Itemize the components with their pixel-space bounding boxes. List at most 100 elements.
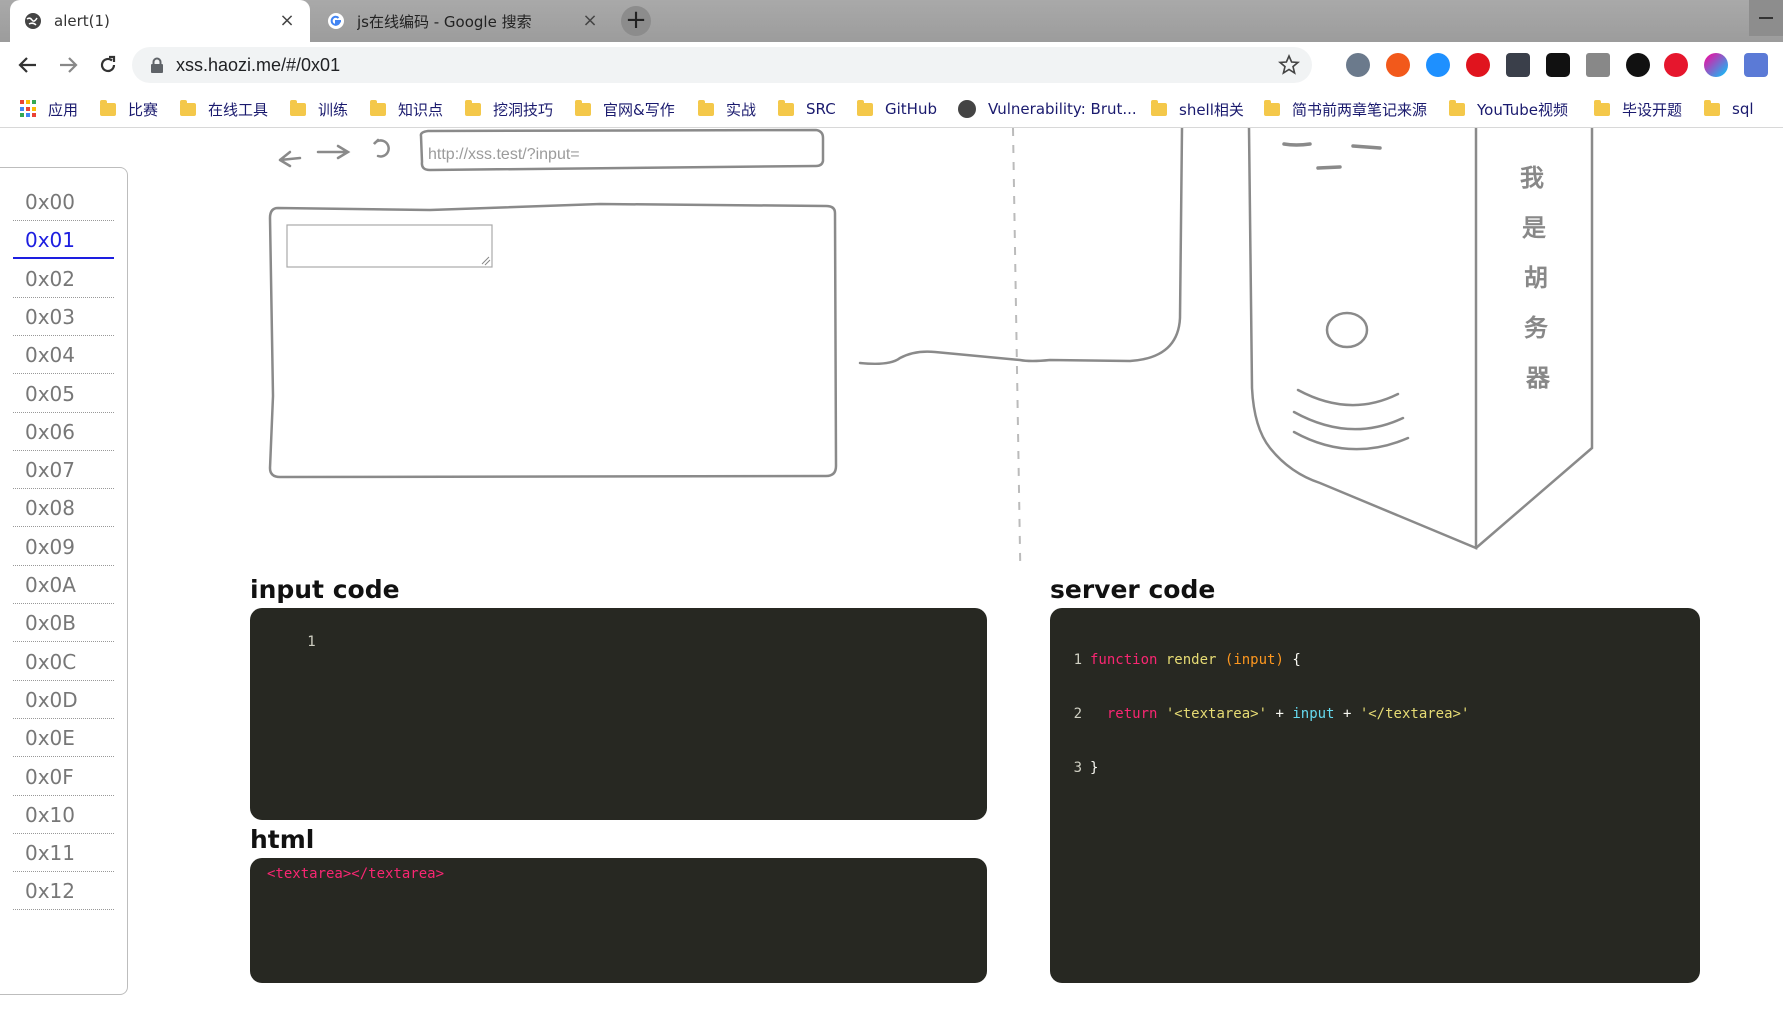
- forward-button[interactable]: [54, 51, 82, 79]
- download-icon[interactable]: [1586, 53, 1610, 77]
- level-item-0x0b[interactable]: 0x0B: [13, 604, 114, 643]
- folder-icon: [180, 99, 196, 116]
- level-item-0x0e[interactable]: 0x0E: [13, 719, 114, 758]
- code-keyword: return: [1106, 706, 1158, 722]
- level-item-0x12[interactable]: 0x12: [13, 872, 114, 911]
- extension-icon[interactable]: [1704, 53, 1728, 77]
- bookmark-folder[interactable]: 知识点: [370, 97, 443, 121]
- bookmark-apps[interactable]: 应用: [20, 97, 78, 121]
- lock-icon: [151, 57, 163, 73]
- back-arrow-icon: [18, 57, 36, 73]
- code-line: 2 return '<textarea>' + input + '</texta…: [1064, 705, 1470, 723]
- bookmark-folder[interactable]: 简书前两章笔记来源: [1264, 97, 1427, 121]
- globe-icon: [25, 13, 41, 29]
- extension-icon[interactable]: [1386, 53, 1410, 77]
- code-string: '<textarea>': [1165, 706, 1268, 722]
- extension-icon[interactable]: [1426, 53, 1450, 77]
- camera-icon[interactable]: [1744, 53, 1768, 77]
- bookmark-folder[interactable]: 比赛: [100, 97, 158, 121]
- line-number: 1: [1073, 652, 1082, 668]
- extension-icon[interactable]: [1626, 53, 1650, 77]
- bookmark-label: 挖洞技巧: [493, 100, 554, 119]
- bookmark-label: Vulnerability: Brut...: [988, 100, 1137, 118]
- bookmark-label: 在线工具: [208, 100, 269, 119]
- code-line: 1 function render (input) {: [1064, 651, 1469, 669]
- tab-google-search[interactable]: js在线编码 - Google 搜索 ×: [313, 0, 613, 42]
- code-params: (input): [1224, 652, 1284, 668]
- server-code-title: server code: [1050, 575, 1216, 604]
- bookmark-label: YouTube视频: [1477, 100, 1568, 119]
- server-code-lines: 1 function render (input) { 2 return '<te…: [1064, 615, 1470, 813]
- bookmark-folder[interactable]: GitHub: [857, 97, 937, 121]
- folder-icon: [778, 99, 794, 116]
- level-item-0x0c[interactable]: 0x0C: [13, 643, 114, 681]
- bookmark-folder[interactable]: SRC: [778, 97, 836, 121]
- tab-alert[interactable]: alert(1) ×: [10, 0, 310, 42]
- html-output-panel: <textarea></textarea>: [250, 858, 987, 983]
- bookmark-folder[interactable]: 毕设开题: [1594, 97, 1682, 121]
- bookmark-label: GitHub: [885, 100, 937, 118]
- back-button[interactable]: [14, 51, 42, 79]
- bookmark-folder[interactable]: 挖洞技巧: [465, 97, 553, 121]
- folder-icon: [370, 99, 386, 116]
- folder-icon: [1151, 99, 1167, 116]
- level-item-0x10[interactable]: 0x10: [13, 796, 114, 834]
- reload-button[interactable]: [94, 51, 122, 79]
- input-code-title: input code: [250, 575, 400, 604]
- bookmark-folder[interactable]: shell相关: [1151, 97, 1244, 121]
- folder-icon: [465, 99, 481, 116]
- browser-toolbar: xss.haozi.me/#/0x01: [0, 42, 1783, 88]
- bookmark-label: 比赛: [128, 100, 159, 119]
- extension-icon[interactable]: [1546, 53, 1570, 77]
- extension-icon[interactable]: [1506, 53, 1530, 77]
- new-tab-button[interactable]: +: [621, 6, 651, 36]
- code-operator: +: [1275, 706, 1284, 722]
- sketch-forward-arrow-icon: [316, 144, 351, 160]
- html-output-text: <textarea></textarea>: [267, 866, 445, 882]
- bookmark-star-icon[interactable]: [1278, 54, 1300, 76]
- line-number: 2: [1073, 706, 1082, 722]
- address-bar[interactable]: xss.haozi.me/#/0x01: [132, 47, 1312, 83]
- level-item-0x0a[interactable]: 0x0A: [13, 566, 114, 604]
- folder-icon: [1594, 99, 1610, 116]
- level-item-0x0d[interactable]: 0x0D: [13, 681, 114, 719]
- apps-grid-icon: [20, 100, 38, 118]
- bookmark-folder[interactable]: 训练: [290, 97, 348, 121]
- folder-icon: [290, 99, 306, 116]
- extension-icon[interactable]: [1346, 53, 1370, 77]
- forward-arrow-icon: [60, 57, 78, 73]
- sketch-back-arrow-icon: [278, 150, 302, 168]
- bookmark-label: 知识点: [398, 100, 444, 119]
- server-label-char: 器: [1525, 364, 1551, 392]
- level-item-0x11[interactable]: 0x11: [13, 834, 114, 873]
- bookmark-folder[interactable]: 在线工具: [180, 97, 268, 121]
- code-brace: {: [1292, 652, 1301, 668]
- weibo-icon[interactable]: [1664, 53, 1688, 77]
- tab-close-icon[interactable]: ×: [278, 12, 296, 30]
- bookmark-label: SRC: [806, 100, 836, 118]
- bookmark-link[interactable]: Vulnerability: Brut...: [958, 97, 1137, 121]
- bookmark-folder[interactable]: sql: [1704, 97, 1754, 121]
- extension-icon[interactable]: [1466, 53, 1490, 77]
- bookmark-folder[interactable]: 实战: [698, 97, 756, 121]
- input-code-editor[interactable]: 1: [250, 608, 987, 820]
- bookmark-label: 毕设开题: [1622, 100, 1683, 119]
- level-item-0x0f[interactable]: 0x0F: [13, 758, 114, 796]
- minimize-button[interactable]: [1749, 0, 1783, 36]
- google-icon: [328, 13, 344, 29]
- folder-icon: [575, 99, 591, 116]
- line-number: 3: [1073, 760, 1082, 776]
- code-string: '</textarea>': [1359, 706, 1470, 722]
- bookmark-folder[interactable]: YouTube视频: [1449, 97, 1568, 121]
- tab-close-icon[interactable]: ×: [581, 12, 599, 30]
- server-label-char: 胡: [1524, 264, 1548, 292]
- bookmark-folder[interactable]: 官网&写作: [575, 97, 675, 121]
- sketch-textarea: [286, 224, 493, 268]
- folder-icon: [698, 99, 714, 116]
- code-keyword: function: [1090, 652, 1158, 668]
- bookmark-label: 实战: [726, 100, 757, 119]
- bookmark-label: 应用: [48, 100, 79, 119]
- folder-icon: [1264, 99, 1280, 116]
- tab-title: alert(1): [54, 12, 110, 30]
- code-brace: }: [1090, 760, 1099, 776]
